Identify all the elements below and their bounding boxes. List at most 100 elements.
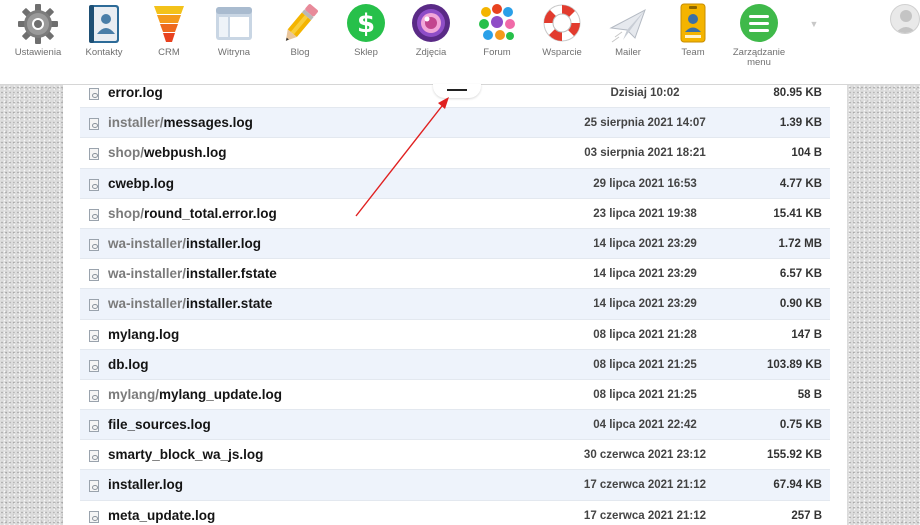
log-file-name: smarty_block_wa_js.log	[108, 447, 264, 463]
log-file-row[interactable]: mylang/mylang_update.log 08 lipca 2021 21…	[80, 380, 830, 411]
log-file-link[interactable]: wa-installer/installer.log	[108, 236, 261, 251]
funnel-icon	[154, 6, 184, 42]
log-file-link[interactable]: wa-installer/installer.state	[108, 296, 272, 311]
log-file-icon	[89, 480, 99, 493]
log-file-row[interactable]: file_sources.log 04 lipca 2021 22:42 0.75 …	[80, 410, 830, 441]
log-file-link[interactable]: installer/messages.log	[108, 115, 253, 130]
log-file-icon	[89, 450, 99, 463]
log-file-name: round_total.error.log	[144, 205, 277, 221]
log-file-icon	[89, 148, 99, 161]
log-file-size: 103.89 KB	[767, 358, 822, 371]
log-file-row[interactable]: wa-installer/installer.state 14 lipca 202…	[80, 289, 830, 320]
log-file-row[interactable]: smarty_block_wa_js.log 30 czerwca 2021 23…	[80, 440, 830, 471]
log-file-link[interactable]: shop/round_total.error.log	[108, 206, 277, 221]
log-file-link[interactable]: installer.log	[108, 477, 183, 492]
log-file-row[interactable]: shop/webpush.log 03 sierpnia 2021 18:21 10…	[80, 138, 830, 169]
log-file-date: 08 lipca 2021 21:28	[593, 328, 697, 341]
app-zarzadzanie-menu[interactable]: Zarządzanie menu	[726, 0, 792, 84]
app-label: Ustawienia	[14, 47, 62, 58]
dollar-shop-icon: $	[347, 4, 385, 42]
log-file-date: 25 sierpnia 2021 14:07	[584, 117, 706, 130]
log-file-row[interactable]: installer.log 17 czerwca 2021 21:12 67.94 …	[80, 470, 830, 501]
log-file-name: error.log	[108, 85, 163, 100]
app-label: Witryna	[217, 47, 251, 58]
log-file-link[interactable]: shop/webpush.log	[108, 145, 227, 160]
log-file-link[interactable]: file_sources.log	[108, 417, 211, 432]
log-file-link[interactable]: db.log	[108, 357, 149, 372]
app-blog[interactable]: Blog	[267, 0, 333, 84]
log-file-row[interactable]: installer/messages.log 25 sierpnia 2021 1…	[80, 108, 830, 139]
app-kontakty[interactable]: Kontakty	[71, 0, 137, 84]
log-file-date: 03 sierpnia 2021 18:21	[584, 147, 706, 160]
log-file-date: Dzisiaj 10:02	[610, 87, 680, 99]
gear-icon	[18, 4, 58, 44]
log-file-link[interactable]: mylang.log	[108, 327, 179, 342]
log-file-name: mylang_update.log	[159, 386, 283, 402]
minus-icon	[447, 89, 467, 91]
camera-lens-icon	[412, 4, 450, 42]
log-file-icon	[89, 510, 99, 523]
log-file-link[interactable]: wa-installer/installer.fstate	[108, 266, 277, 281]
app-wsparcie[interactable]: Wsparcie	[529, 0, 595, 84]
log-file-size: 1.39 KB	[779, 117, 822, 130]
log-file-row[interactable]: shop/round_total.error.log 23 lipca 2021 …	[80, 199, 830, 229]
paper-plane-icon	[609, 8, 646, 43]
app-witryna[interactable]: Witryna	[201, 0, 267, 84]
log-file-row[interactable]: meta_update.log 17 czerwca 2021 21:12 257 …	[80, 501, 830, 525]
log-file-row[interactable]: cwebp.log 29 lipca 2021 16:53 4.77 KB	[80, 168, 830, 199]
app-label: Team	[681, 47, 705, 58]
log-file-icon	[89, 420, 99, 433]
avatar[interactable]	[890, 4, 920, 34]
log-file-row[interactable]: db.log 08 lipca 2021 21:25 103.89 KB	[80, 349, 830, 380]
log-file-link[interactable]: meta_update.log	[108, 508, 215, 523]
log-file-row[interactable]: wa-installer/installer.log 14 lipca 2021 …	[80, 228, 830, 260]
log-file-date: 14 lipca 2021 23:29	[593, 298, 697, 311]
log-file-date: 04 lipca 2021 22:42	[593, 419, 697, 432]
log-file-date: 14 lipca 2021 23:29	[593, 237, 697, 250]
app-label-line2: menu	[747, 57, 771, 68]
log-files-panel: error.log Dzisiaj 10:02 80.95 KB installer/…	[63, 85, 847, 525]
app-forum[interactable]: Forum	[464, 0, 530, 84]
log-file-size: 80.95 KB	[773, 87, 822, 99]
app-zdjecia[interactable]: Zdjęcia	[398, 0, 464, 84]
log-file-size: 104 B	[791, 147, 822, 160]
log-file-link[interactable]: smarty_block_wa_js.log	[108, 447, 263, 462]
log-file-dir: shop/	[108, 145, 144, 161]
log-file-name: messages.log	[163, 115, 253, 131]
log-file-link[interactable]: cwebp.log	[108, 176, 174, 191]
app-label: Mailer	[615, 47, 641, 58]
app-mailer[interactable]: Mailer	[595, 0, 661, 84]
log-file-icon	[89, 178, 99, 191]
log-file-icon	[89, 389, 99, 402]
app-team[interactable]: Team	[660, 0, 726, 84]
log-file-icon	[89, 238, 99, 251]
collapse-header-toggle[interactable]	[433, 84, 481, 98]
log-file-row[interactable]: wa-installer/installer.fstate 14 lipca 20…	[80, 259, 830, 290]
log-file-name: mylang.log	[108, 326, 180, 342]
log-file-dir: wa-installer/	[108, 235, 187, 251]
log-file-date: 29 lipca 2021 16:53	[593, 177, 697, 190]
app-label: Kontakty	[85, 47, 123, 58]
app-sklep[interactable]: $ Sklep	[333, 0, 399, 84]
log-file-dir: shop/	[108, 205, 144, 221]
log-file-name: cwebp.log	[108, 175, 175, 191]
log-file-name: meta_update.log	[108, 507, 216, 523]
app-crm[interactable]: CRM	[136, 0, 202, 84]
chevron-down-icon[interactable]: ▼	[806, 16, 822, 32]
app-label: Wsparcie	[542, 47, 582, 58]
log-file-size: 67.94 KB	[773, 479, 822, 492]
app-ustawienia[interactable]: Ustawienia	[5, 0, 71, 84]
log-file-size: 257 B	[791, 509, 822, 522]
log-file-date: 14 lipca 2021 23:29	[593, 268, 697, 281]
log-file-size: 6.57 KB	[779, 268, 822, 281]
log-file-row[interactable]: mylang.log 08 lipca 2021 21:28 147 B	[80, 320, 830, 350]
log-file-icon	[89, 359, 99, 372]
site-window-icon	[216, 7, 252, 40]
log-file-size: 58 B	[797, 388, 822, 401]
log-file-size: 147 B	[791, 328, 822, 341]
log-file-icon	[89, 269, 99, 282]
log-file-link[interactable]: mylang/mylang_update.log	[108, 387, 282, 402]
log-file-link[interactable]: error.log	[108, 85, 163, 100]
contacts-book-icon	[89, 5, 119, 43]
log-file-dir: installer/	[108, 115, 164, 131]
